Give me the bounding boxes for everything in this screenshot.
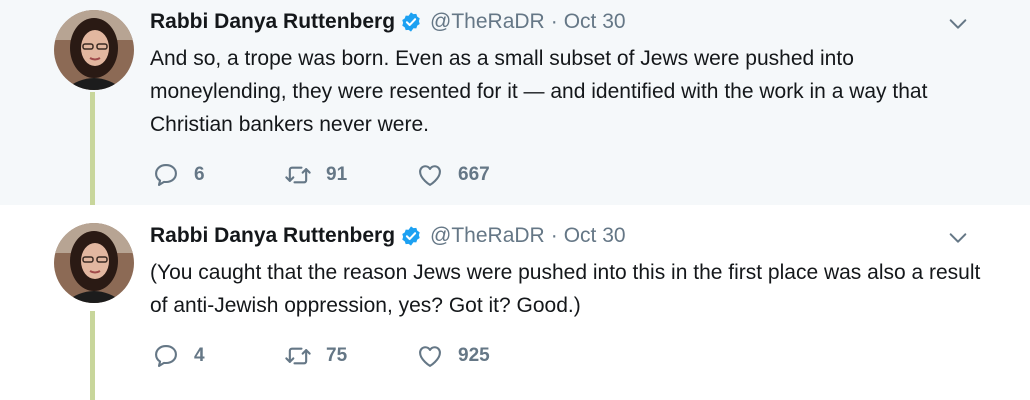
reply-icon [155,345,177,367]
reply-button[interactable]: 6 [152,160,205,190]
reply-count: 6 [194,164,205,185]
tweet-1[interactable]: Rabbi Danya Ruttenberg @TheRaDR · Oct 30… [0,0,1030,205]
tweet-text: And so, a trope was born. Even as a smal… [150,47,928,136]
retweet-count: 91 [326,164,348,185]
chevron-down-icon[interactable] [947,13,969,35]
tweet-2[interactable]: Rabbi Danya Ruttenberg @TheRaDR · Oct 30… [0,205,1030,400]
author-name[interactable]: Rabbi Danya Ruttenberg [150,224,395,248]
like-count: 667 [458,164,490,185]
tweet-actions: 6 91 667 [152,160,552,190]
reply-icon [155,164,177,186]
separator: · [550,224,558,247]
avatar[interactable] [54,10,134,90]
author-handle[interactable]: @TheRaDR [430,224,545,248]
reply-button[interactable]: 4 [152,341,205,371]
author-handle[interactable]: @TheRaDR [430,10,545,34]
retweet-icon [285,347,311,365]
tweet-actions: 4 75 925 [152,341,552,371]
like-button[interactable]: 667 [416,160,490,190]
like-count: 925 [458,345,490,366]
like-button[interactable]: 925 [416,341,490,371]
retweet-button[interactable]: 75 [284,341,347,371]
chevron-down-icon[interactable] [947,227,969,249]
retweet-button[interactable]: 91 [284,160,347,190]
tweet-date[interactable]: Oct 30 [564,224,626,248]
author-name[interactable]: Rabbi Danya Ruttenberg [150,10,395,34]
like-icon [419,346,441,367]
tweet-header: Rabbi Danya Ruttenberg @TheRaDR · Oct 30 [150,8,626,36]
verified-badge-icon [402,12,420,32]
like-icon [419,165,441,186]
tweet-date[interactable]: Oct 30 [564,10,626,34]
reply-count: 4 [194,345,205,366]
avatar[interactable] [54,223,134,303]
tweet-header: Rabbi Danya Ruttenberg @TheRaDR · Oct 30 [150,222,626,250]
retweet-icon [285,166,311,184]
separator: · [550,10,558,33]
tweet-text: (You caught that the reason Jews were pu… [150,261,981,317]
verified-badge-icon [402,226,420,246]
thread-line [90,92,95,205]
retweet-count: 75 [326,345,348,366]
thread-line [90,311,95,400]
